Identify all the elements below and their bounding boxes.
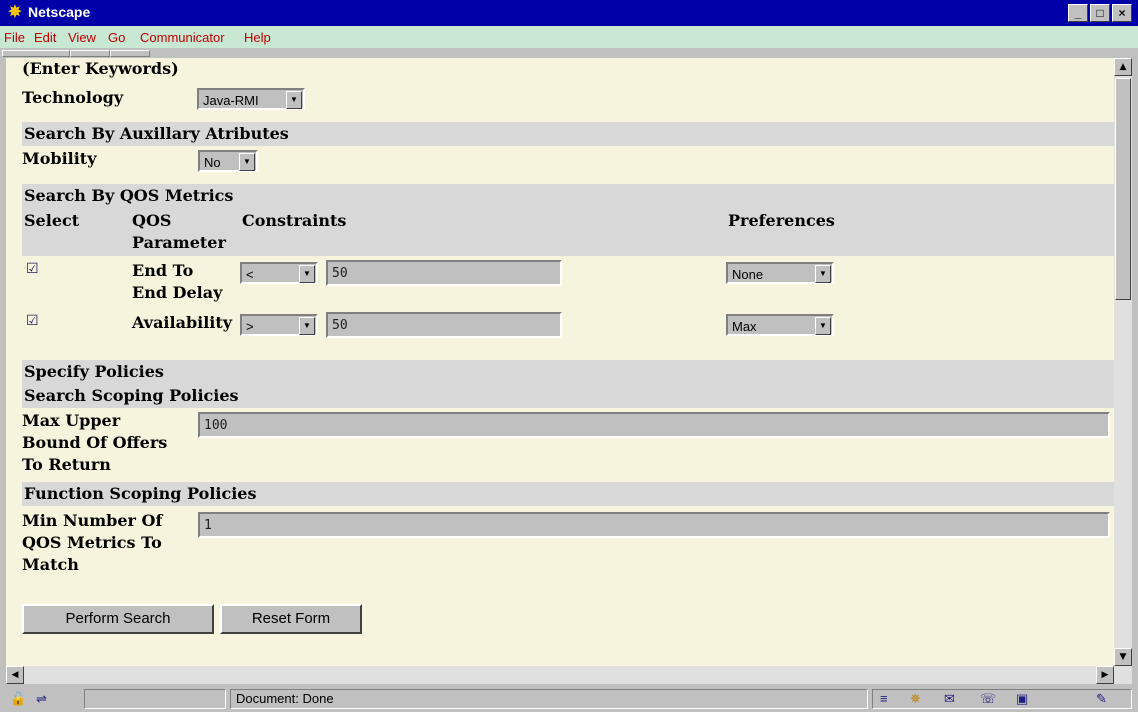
chevron-down-icon: ▼	[299, 317, 315, 335]
max-offers-value: 100	[204, 418, 228, 433]
min-metrics-label-line3: Match	[22, 555, 79, 574]
status-text: Document: Done	[236, 691, 334, 706]
max-offers-label-line3: To Return	[22, 455, 111, 474]
qos-section-header: Search By QOS Metrics	[22, 184, 1114, 208]
scroll-left-icon[interactable]: ◀	[6, 666, 24, 684]
vertical-scrollbar[interactable]: ▲ ▼	[1114, 58, 1132, 666]
progress-panel	[84, 689, 226, 709]
netscape-logo-icon: ✵	[8, 4, 22, 21]
qos-column-header: Select QOS Parameter Constraints Prefere…	[22, 208, 1114, 256]
menu-communicator[interactable]: Communicator	[140, 30, 225, 45]
scoping-section-header: Search Scoping Policies	[22, 384, 1114, 408]
edit-icon[interactable]: ✎	[1096, 691, 1107, 707]
qos-row-1-operator-value: <	[246, 267, 254, 282]
min-metrics-label-line2: QOS Metrics To	[22, 533, 162, 552]
menu-go[interactable]: Go	[108, 30, 125, 45]
maximize-button[interactable]: □	[1090, 4, 1110, 22]
navigator-icon[interactable]: ✵	[910, 691, 921, 707]
qos-row-1-param-line2: End Delay	[132, 283, 223, 302]
perform-search-button[interactable]: Perform Search	[22, 604, 214, 634]
max-offers-input[interactable]: 100	[198, 412, 1110, 438]
min-metrics-label-line1: Min Number Of	[22, 511, 163, 530]
technology-select[interactable]: Java-RMI ▼	[197, 88, 305, 110]
menu-bar: File Edit View Go Communicator Help	[0, 26, 1138, 48]
scroll-right-icon[interactable]: ▶	[1096, 666, 1114, 684]
reset-form-button[interactable]: Reset Form	[220, 604, 362, 634]
qos-row-1-value: 50	[332, 266, 348, 281]
max-offers-label-line2: Bound Of Offers	[22, 433, 168, 452]
function-heading: Function Scoping Policies	[24, 484, 257, 503]
policies-section-header: Specify Policies	[22, 360, 1114, 384]
scroll-up-icon[interactable]: ▲	[1114, 58, 1132, 76]
chevron-down-icon: ▼	[815, 317, 831, 335]
chevron-down-icon: ▼	[299, 265, 315, 283]
mobility-select[interactable]: No ▼	[198, 150, 258, 172]
qos-row-1-operator[interactable]: < ▼	[240, 262, 318, 284]
toolbar-tab[interactable]	[70, 50, 110, 57]
qos-row-2-checkbox[interactable]: ☑	[26, 314, 39, 328]
qos-parameter-header-line1: QOS	[132, 211, 172, 230]
menu-edit[interactable]: Edit	[34, 30, 56, 45]
mobility-value: No	[204, 155, 221, 170]
aux-section-header: Search By Auxillary Atributes	[22, 122, 1114, 146]
min-metrics-value: 1	[204, 518, 212, 533]
chevron-down-icon: ▼	[239, 153, 255, 171]
function-section-header: Function Scoping Policies	[22, 482, 1114, 506]
keywords-hint: (Enter Keywords)	[22, 59, 179, 78]
qos-row-1-preference-value: None	[732, 267, 764, 282]
close-button[interactable]: ×	[1112, 4, 1132, 22]
window-title: Netscape	[28, 4, 91, 20]
qos-row-2-value: 50	[332, 318, 348, 333]
constraints-header: Constraints	[242, 211, 347, 230]
menu-file[interactable]: File	[4, 30, 25, 45]
mobility-label: Mobility	[22, 149, 97, 168]
status-bar: 🔓 ⇌ Document: Done ≡ ✵ ✉ ☏ ▣ ✎	[0, 686, 1138, 712]
qos-row-2-operator[interactable]: > ▼	[240, 314, 318, 336]
qos-row-2-param-line1: Availability	[132, 313, 233, 332]
toolbar-grip[interactable]	[0, 48, 1138, 58]
qos-heading: Search By QOS Metrics	[24, 186, 234, 205]
title-bar: ✵ Netscape _ □ ×	[0, 0, 1138, 26]
scroll-thumb[interactable]	[1115, 78, 1131, 300]
connection-icon: ⇌	[36, 691, 47, 706]
toolbar-tab[interactable]	[110, 50, 150, 57]
aux-heading: Search By Auxillary Atributes	[24, 124, 289, 143]
chevron-down-icon: ▼	[286, 91, 302, 109]
composer-icon[interactable]: ▣	[1016, 691, 1028, 707]
max-offers-label-line1: Max Upper	[22, 411, 121, 430]
scroll-down-icon[interactable]: ▼	[1114, 648, 1132, 666]
discussions-icon[interactable]: ☏	[980, 691, 996, 707]
qos-row-1-param-line1: End To	[132, 261, 194, 280]
preferences-header: Preferences	[728, 211, 835, 230]
scoping-heading: Search Scoping Policies	[24, 386, 239, 405]
qos-row-2-preference-value: Max	[732, 319, 757, 334]
min-metrics-input[interactable]: 1	[198, 512, 1110, 538]
policies-heading: Specify Policies	[24, 362, 164, 381]
chevron-down-icon: ▼	[815, 265, 831, 283]
qos-row-1-preference[interactable]: None ▼	[726, 262, 834, 284]
menu-view[interactable]: View	[68, 30, 96, 45]
qos-row-2-operator-value: >	[246, 319, 254, 334]
qos-row-1-value-input[interactable]: 50	[326, 260, 562, 286]
horizontal-scrollbar[interactable]: ◀ ▶	[6, 666, 1132, 684]
select-column-header: Select	[24, 211, 80, 230]
minimize-button[interactable]: _	[1068, 4, 1088, 22]
page-content: (Enter Keywords) Technology Java-RMI ▼ S…	[6, 58, 1114, 666]
qos-parameter-header-line2: Parameter	[132, 233, 226, 252]
technology-label: Technology	[22, 88, 124, 107]
qos-row-2-preference[interactable]: Max ▼	[726, 314, 834, 336]
menu-icon[interactable]: ≡	[880, 691, 888, 706]
qos-row-1-checkbox[interactable]: ☑	[26, 262, 39, 276]
toolbar-tab[interactable]	[2, 50, 70, 57]
menu-help[interactable]: Help	[244, 30, 271, 45]
qos-row-2-value-input[interactable]: 50	[326, 312, 562, 338]
mail-icon[interactable]: ✉	[944, 691, 955, 707]
lock-icon[interactable]: 🔓	[10, 691, 26, 707]
technology-value: Java-RMI	[203, 93, 259, 108]
